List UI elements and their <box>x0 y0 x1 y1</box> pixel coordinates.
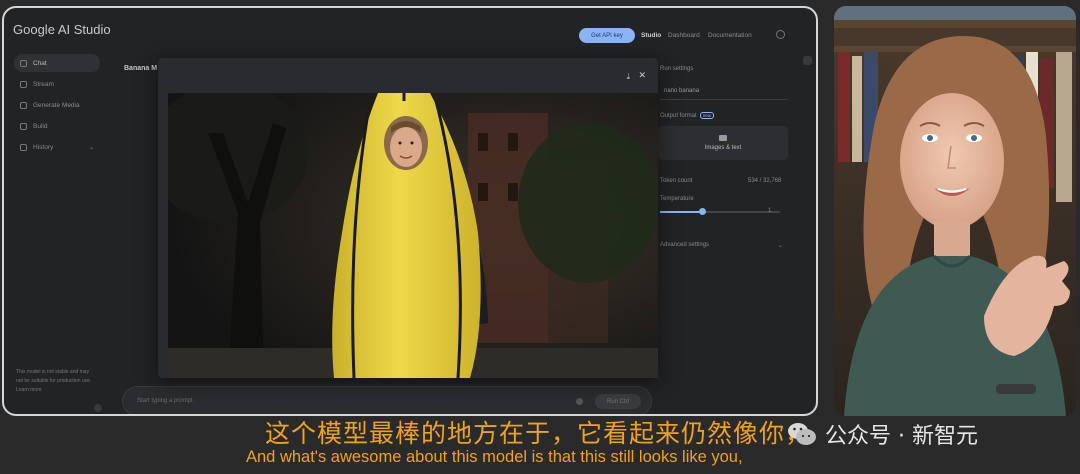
sidebar-item-build[interactable]: Build <box>14 117 100 135</box>
sidebar-item-history[interactable]: History ⌄ <box>14 138 100 156</box>
model-select[interactable]: nano banana <box>660 84 788 100</box>
temperature-slider-fill <box>660 211 702 213</box>
run-settings-title: Run settings <box>660 66 694 72</box>
watermark-text: 公众号 · 新智元 <box>825 424 978 449</box>
close-icon[interactable]: ✕ <box>638 70 646 81</box>
subtitle-chinese: 这个模型最棒的地方在于，它看起来仍然像你， <box>265 419 812 448</box>
run-button[interactable]: Run Ctrl <box>595 394 641 409</box>
chevron-down-icon: ⌄ <box>778 243 784 249</box>
token-count-label: Token count <box>660 178 693 184</box>
media-icon <box>20 101 27 109</box>
token-count-value: 534 / 32,768 <box>748 178 782 184</box>
mic-icon[interactable] <box>576 398 583 405</box>
sidebar-item-stream[interactable]: Stream <box>14 75 100 93</box>
sidebar-item-label: History <box>33 143 54 151</box>
new-badge: new <box>699 112 714 119</box>
download-icon[interactable]: ⤓ <box>626 72 630 82</box>
chevron-down-icon: ⌄ <box>88 144 94 151</box>
panel-toggle-button[interactable] <box>803 56 812 65</box>
prompt-placeholder: Start typing a prompt <box>137 398 193 404</box>
watermark: 公众号 · 新智元 <box>787 418 978 450</box>
sidebar-note: This model is not stable and may not be … <box>16 369 92 393</box>
image-viewer-dialog: ⤓ ✕ <box>158 58 658 378</box>
output-format-images-text[interactable]: Images & text <box>658 126 788 160</box>
sidebar-item-label: Build <box>33 122 48 130</box>
get-api-key-button[interactable]: Get API key <box>579 28 635 43</box>
run-settings-panel: Run settings nano banana Output format ne… <box>656 56 794 266</box>
stream-icon <box>20 80 27 88</box>
generated-image <box>168 93 658 378</box>
sidebar-item-label: Stream <box>33 80 54 88</box>
wechat-icon <box>788 423 816 445</box>
prompt-input[interactable]: Start typing a prompt Run Ctrl <box>122 386 652 414</box>
temperature-label: Temperature <box>660 196 694 202</box>
temperature-slider-knob[interactable] <box>699 208 706 215</box>
image-icon <box>719 135 727 141</box>
nav-studio[interactable]: Studio <box>641 32 661 39</box>
sidebar-item-label: Chat <box>33 59 47 67</box>
build-icon <box>20 122 27 130</box>
nav-documentation[interactable]: Documentation <box>708 32 752 39</box>
output-format-label: Output format new <box>660 112 714 119</box>
chat-title: Banana M <box>124 65 158 72</box>
presenter-video <box>834 6 1076 416</box>
sidebar-item-chat[interactable]: Chat <box>14 54 100 72</box>
nav-dashboard[interactable]: Dashboard <box>668 32 700 39</box>
collapse-sidebar-button[interactable] <box>94 404 102 412</box>
sidebar-item-generate-media[interactable]: Generate Media <box>14 96 100 114</box>
settings-gear-icon[interactable] <box>776 30 785 39</box>
chat-icon <box>20 59 27 67</box>
screen-recording: Google AI Studio Chat Stream Generate Me… <box>2 6 818 416</box>
subtitle-english: And what's awesome about this model is t… <box>246 448 743 466</box>
advanced-settings-label[interactable]: Advanced settings <box>660 242 709 248</box>
sidebar-item-label: Generate Media <box>33 101 80 109</box>
temperature-slider[interactable] <box>660 208 780 215</box>
app-title: Google AI Studio <box>13 22 111 37</box>
history-icon <box>20 143 27 151</box>
temperature-value: 1 <box>768 208 772 214</box>
